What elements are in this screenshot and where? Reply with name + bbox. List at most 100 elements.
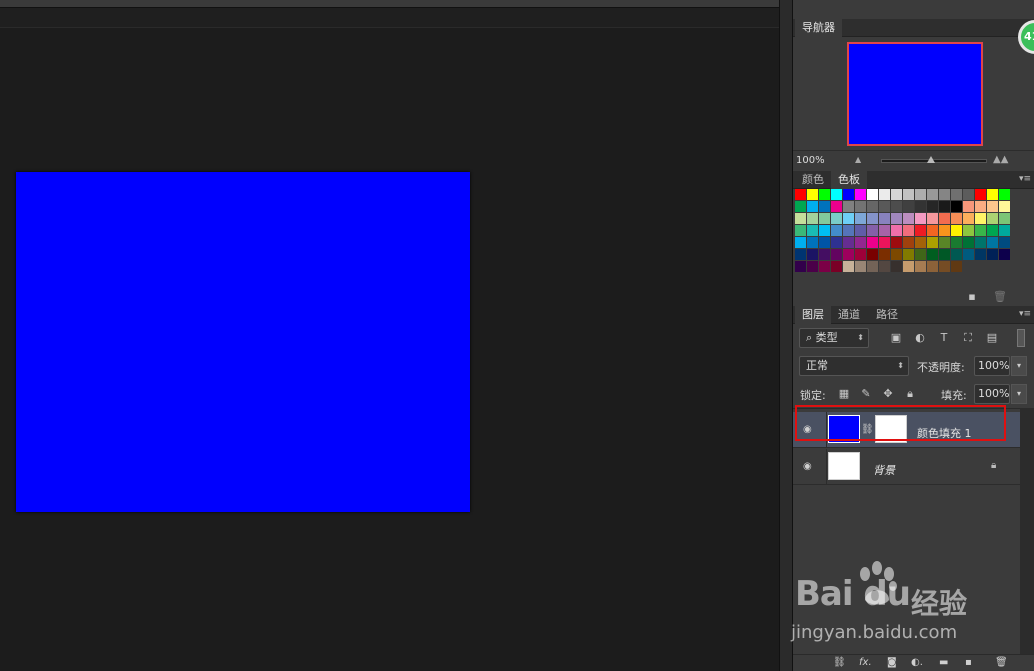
swatch[interactable] (975, 201, 986, 212)
background-thumbnail[interactable] (828, 452, 860, 480)
swatch[interactable] (855, 225, 866, 236)
swatch[interactable] (891, 189, 902, 200)
swatch[interactable] (939, 213, 950, 224)
swatch[interactable] (879, 189, 890, 200)
swatch[interactable] (879, 249, 890, 260)
swatch[interactable] (975, 189, 986, 200)
swatch[interactable] (915, 189, 926, 200)
swatch[interactable] (867, 201, 878, 212)
zoom-level[interactable]: 100% (796, 155, 825, 166)
swatch[interactable] (927, 225, 938, 236)
swatch[interactable] (975, 213, 986, 224)
swatch[interactable] (903, 201, 914, 212)
swatch[interactable] (951, 201, 962, 212)
swatch[interactable] (891, 237, 902, 248)
swatch[interactable] (807, 249, 818, 260)
swatch[interactable] (903, 261, 914, 272)
swatch[interactable] (831, 225, 842, 236)
shape-layer-filter-icon[interactable]: ⛶ (961, 331, 975, 345)
swatch[interactable] (831, 213, 842, 224)
swatch[interactable] (831, 201, 842, 212)
link-layers-icon[interactable]: ⛓ (833, 657, 846, 669)
type-layer-filter-icon[interactable]: T (937, 331, 951, 345)
swatch[interactable] (915, 261, 926, 272)
swatch[interactable] (939, 201, 950, 212)
zoom-out-icon[interactable]: ▲ (855, 156, 865, 164)
swatch[interactable] (939, 261, 950, 272)
tab-color[interactable]: 颜色 (795, 171, 831, 189)
swatch[interactable] (999, 189, 1010, 200)
swatch[interactable] (867, 189, 878, 200)
tab-layers[interactable]: 图层 (795, 306, 831, 324)
navigator-preview[interactable] (847, 42, 983, 146)
swatch[interactable] (867, 213, 878, 224)
swatch[interactable] (939, 225, 950, 236)
swatch[interactable] (879, 225, 890, 236)
group-folder-icon[interactable]: ▬ (939, 657, 948, 669)
swatch[interactable] (819, 201, 830, 212)
swatch[interactable] (999, 225, 1010, 236)
swatch[interactable] (795, 237, 806, 248)
swatch[interactable] (795, 261, 806, 272)
swatch[interactable] (951, 189, 962, 200)
adjustment-layer-icon[interactable]: ◐. (911, 657, 923, 669)
swatch[interactable] (915, 249, 926, 260)
swatch[interactable] (807, 189, 818, 200)
tab-navigator[interactable]: 导航器 (795, 19, 842, 37)
swatch[interactable] (987, 201, 998, 212)
swatch[interactable] (855, 201, 866, 212)
lock-position-move-icon[interactable]: ✥ (881, 387, 895, 401)
swatch[interactable] (963, 249, 974, 260)
swatch[interactable] (927, 237, 938, 248)
swatch[interactable] (795, 213, 806, 224)
swatch[interactable] (843, 225, 854, 236)
tab-paths[interactable]: 路径 (869, 306, 905, 324)
panel-menu-icon[interactable]: ▾≡ (1019, 174, 1031, 184)
new-layer-icon[interactable]: ▪ (965, 657, 972, 669)
fill-dropdown-icon[interactable]: ▾ (1011, 384, 1027, 404)
swatch[interactable] (807, 261, 818, 272)
layer-row-background[interactable]: ◉ 背景 🔒︎ (793, 449, 1020, 485)
swatch[interactable] (795, 249, 806, 260)
filter-toggle[interactable] (1017, 329, 1025, 347)
panel-dock-collapsed-strip[interactable] (779, 0, 793, 671)
swatch[interactable] (867, 237, 878, 248)
swatch[interactable] (831, 249, 842, 260)
swatch[interactable] (951, 249, 962, 260)
swatch[interactable] (987, 225, 998, 236)
layer-name[interactable]: 背景 (873, 462, 895, 478)
swatch[interactable] (963, 189, 974, 200)
swatch[interactable] (879, 213, 890, 224)
document-canvas[interactable] (16, 172, 470, 512)
swatch[interactable] (819, 237, 830, 248)
fx-icon[interactable]: fx. (859, 657, 872, 669)
swatch[interactable] (915, 225, 926, 236)
swatch[interactable] (999, 213, 1010, 224)
swatch[interactable] (855, 213, 866, 224)
swatch[interactable] (879, 201, 890, 212)
delete-swatch-icon[interactable]: 🗑 (993, 290, 1007, 304)
swatch[interactable] (963, 213, 974, 224)
swatch[interactable] (855, 237, 866, 248)
tab-channels[interactable]: 通道 (831, 306, 867, 324)
swatch[interactable] (903, 225, 914, 236)
swatch[interactable] (927, 249, 938, 260)
opacity-dropdown-icon[interactable]: ▾ (1011, 356, 1027, 376)
lock-pixels-brush-icon[interactable]: ✎ (859, 387, 873, 401)
swatch[interactable] (999, 249, 1010, 260)
swatch[interactable] (843, 237, 854, 248)
swatch[interactable] (891, 249, 902, 260)
swatch[interactable] (843, 189, 854, 200)
swatch[interactable] (831, 189, 842, 200)
swatch[interactable] (927, 201, 938, 212)
swatch[interactable] (795, 201, 806, 212)
swatch[interactable] (843, 261, 854, 272)
swatch[interactable] (903, 189, 914, 200)
swatch[interactable] (939, 237, 950, 248)
pixel-layer-filter-icon[interactable]: ▣ (889, 331, 903, 345)
smart-object-filter-icon[interactable]: ▤ (985, 331, 999, 345)
swatch[interactable] (795, 225, 806, 236)
swatch[interactable] (819, 189, 830, 200)
swatch[interactable] (987, 237, 998, 248)
swatch[interactable] (891, 261, 902, 272)
